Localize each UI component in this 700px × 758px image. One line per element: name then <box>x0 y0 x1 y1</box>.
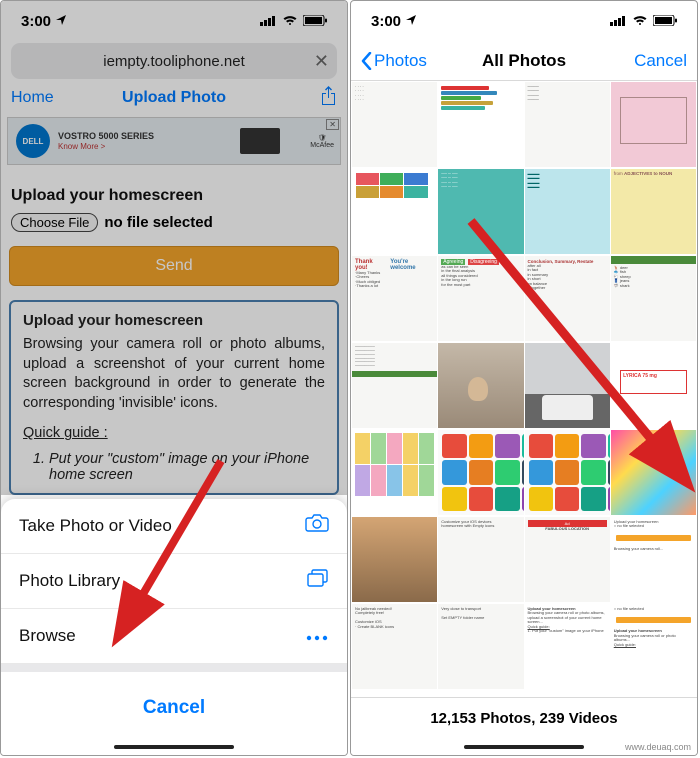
browse-row[interactable]: Browse <box>1 609 347 664</box>
photo-thumbnail[interactable]: ── ─ ──── ─ ──── ─ ──── ─ ── <box>438 169 523 254</box>
battery-icon <box>653 13 677 30</box>
right-iphone-screen: 3:00 Photos All Photos Cancel · · · ·· ·… <box>350 0 698 756</box>
home-indicator[interactable] <box>464 745 584 749</box>
take-photo-row[interactable]: Take Photo or Video <box>1 499 347 554</box>
clock: 3:00 <box>371 13 401 30</box>
choose-file-button[interactable]: Choose File <box>11 213 98 232</box>
home-indicator[interactable] <box>114 745 234 749</box>
url-text: iempty.tooliphone.net <box>103 53 244 70</box>
photo-thumbnail[interactable] <box>525 343 610 428</box>
photo-thumbnail[interactable] <box>525 430 610 515</box>
photo-count: 12,153 Photos, 239 Videos <box>430 710 617 727</box>
wifi-icon <box>282 13 298 30</box>
photo-thumbnail[interactable]: Customize your iOS deviceshomescreen wit… <box>438 517 523 602</box>
status-bar: 3:00 <box>1 1 347 41</box>
back-button[interactable]: Photos <box>361 51 427 71</box>
battery-icon <box>303 13 327 30</box>
page-nav: Home Upload Photo <box>1 81 347 115</box>
photo-grid[interactable]: · · · ·· · · ·· · · ·· · · · ───────────… <box>351 81 697 691</box>
library-icon <box>307 569 329 593</box>
location-icon <box>55 13 67 30</box>
photo-thumbnail[interactable]: Very close to transportSet EMPTY folder … <box>438 604 523 689</box>
ad-line2: Know More > <box>58 142 154 152</box>
photo-thumbnail[interactable]: Upload your homescreen○ no file selected… <box>611 517 696 602</box>
photo-thumbnail[interactable] <box>611 82 696 167</box>
signal-icon <box>260 13 277 30</box>
info-box: Upload your homescreen Browsing your cam… <box>9 300 339 495</box>
file-picker: Choose File no file selected <box>11 213 337 232</box>
page-title: Upload Photo <box>122 89 226 107</box>
dimmed-background: 3:00 iempty.tooliphone.net ✕ Home Upload… <box>1 1 347 495</box>
camera-icon <box>305 514 329 538</box>
photo-thumbnail[interactable]: ○ no file selectedUpload your homescreen… <box>611 604 696 689</box>
stop-icon[interactable]: ✕ <box>314 51 329 72</box>
location-icon <box>405 13 417 30</box>
back-label: Photos <box>374 51 427 71</box>
photo-library-row[interactable]: Photo Library <box>1 554 347 609</box>
mcafee-logo: 🛡McAfee <box>310 134 334 149</box>
photo-thumbnail[interactable]: · · · ·· · · ·· · · ·· · · · <box>352 82 437 167</box>
info-body: Browsing your camera roll or photo album… <box>23 335 325 413</box>
photo-thumbnail[interactable]: AdFABULOUS LOCATION <box>525 517 610 602</box>
laptop-image <box>240 128 280 154</box>
wifi-icon <box>632 13 648 30</box>
ad-close-icon[interactable]: ✕ <box>326 119 339 130</box>
photo-thumbnail[interactable]: ▬▬▬▬▬▬▬▬▬▬▬▬ <box>525 169 610 254</box>
file-status: no file selected <box>104 214 212 231</box>
photo-thumbnail[interactable] <box>611 430 696 515</box>
watermark: www.deuaq.com <box>625 742 691 752</box>
photo-thumbnail[interactable]: LYRICA 75 mg <box>611 343 696 428</box>
photo-thumbnail[interactable]: ──────────────── <box>525 82 610 167</box>
photo-thumbnail[interactable]: 🦌 deer🐟 fish🐑 sheep👖 jeans🦈 shark <box>611 256 696 341</box>
advertisement[interactable]: ✕ DELL VOSTRO 5000 SERIES Know More > 🛡M… <box>7 117 341 165</box>
clock: 3:00 <box>21 13 51 30</box>
photo-thumbnail[interactable]: No jailbreak needed!Completely free!Cust… <box>352 604 437 689</box>
photo-thumbnail[interactable] <box>438 343 523 428</box>
photo-thumbnail[interactable]: Conclusion, Summary, Restateafter allin … <box>525 256 610 341</box>
send-button[interactable]: Send <box>9 246 339 286</box>
photos-title: All Photos <box>482 51 566 71</box>
photos-cancel-button[interactable]: Cancel <box>634 51 687 71</box>
photo-thumbnail[interactable]: Thank you!You're welcome·Many Thanks·Che… <box>352 256 437 341</box>
photo-thumbnail[interactable]: ────────────────────────────────────────… <box>352 343 437 428</box>
info-heading: Upload your homescreen <box>23 312 325 329</box>
photo-library-label: Photo Library <box>19 571 120 591</box>
status-bar: 3:00 <box>351 1 697 41</box>
left-iphone-screen: 3:00 iempty.tooliphone.net ✕ Home Upload… <box>0 0 348 756</box>
photo-thumbnail[interactable] <box>352 430 437 515</box>
signal-icon <box>610 13 627 30</box>
home-link[interactable]: Home <box>11 89 54 107</box>
section-heading: Upload your homescreen <box>11 187 337 205</box>
photo-thumbnail[interactable] <box>438 430 523 515</box>
sheet-cancel-button[interactable]: Cancel <box>9 680 339 735</box>
photo-thumbnail[interactable]: AgreeingDisagreeingas can be seenin the … <box>438 256 523 341</box>
browse-label: Browse <box>19 626 76 646</box>
share-icon[interactable] <box>320 86 337 111</box>
more-icon <box>305 625 329 648</box>
photo-thumbnail[interactable]: from ADJECTIVES to NOUN <box>611 169 696 254</box>
quick-guide-label: Quick guide : <box>23 425 325 441</box>
dell-logo: DELL <box>16 124 50 158</box>
photo-thumbnail[interactable] <box>438 82 523 167</box>
take-photo-label: Take Photo or Video <box>19 516 172 536</box>
ad-line1: VOSTRO 5000 SERIES <box>58 131 154 142</box>
photo-thumbnail[interactable] <box>352 169 437 254</box>
address-bar[interactable]: iempty.tooliphone.net ✕ <box>11 43 337 79</box>
photos-navbar: Photos All Photos Cancel <box>351 41 697 81</box>
photo-thumbnail[interactable] <box>352 517 437 602</box>
action-sheet: Take Photo or Video Photo Library Browse… <box>1 499 347 755</box>
guide-step-1: Put your "custom" image on your iPhone h… <box>49 451 325 483</box>
photo-thumbnail[interactable]: Upload your homescreenBrowsing your came… <box>525 604 610 689</box>
